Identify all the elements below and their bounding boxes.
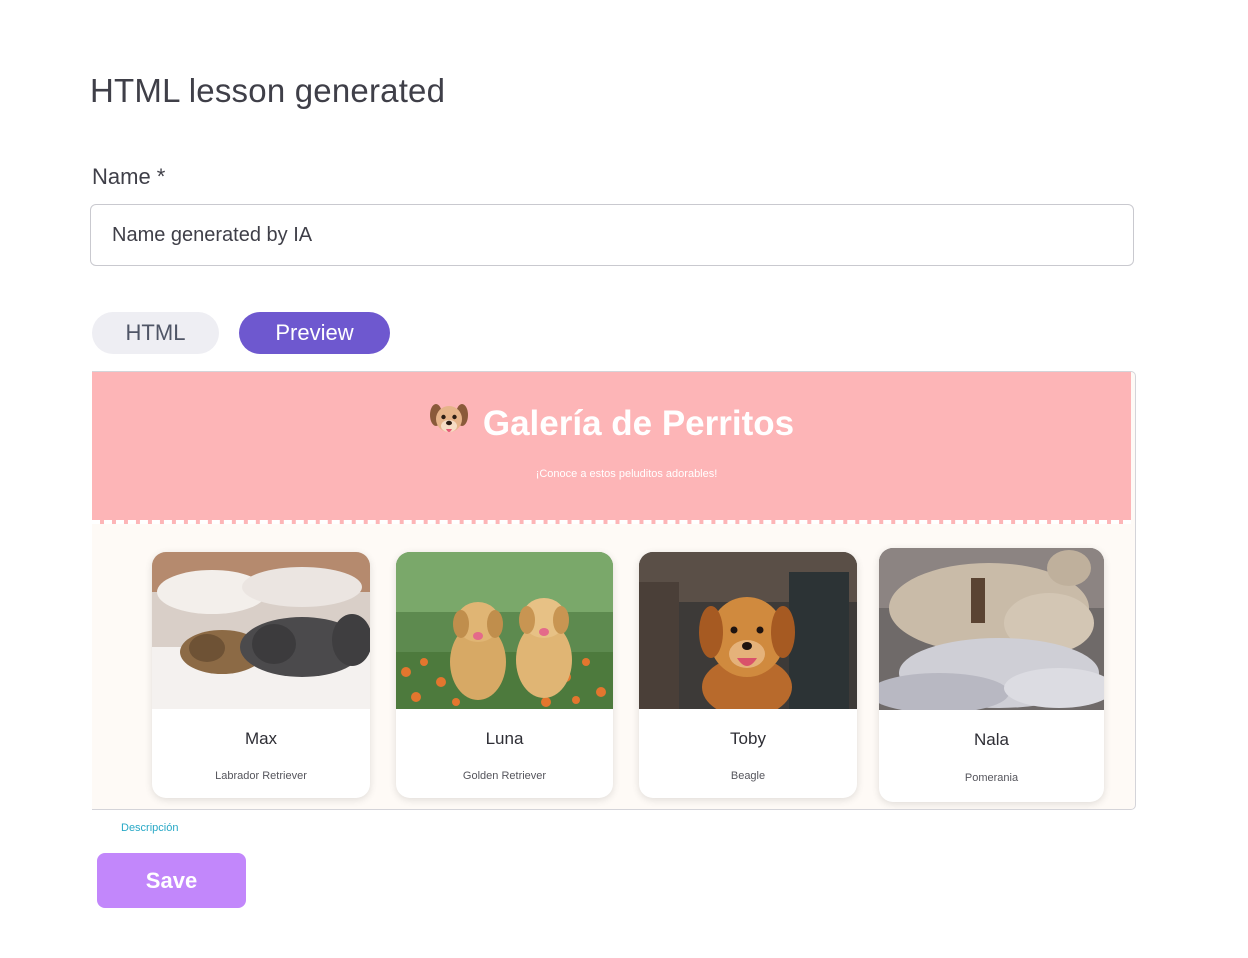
dog-breed: Golden Retriever xyxy=(462,770,547,782)
name-input[interactable] xyxy=(90,204,1134,266)
preview-frame: Galería de Perritos ¡Conoce a estos pelu… xyxy=(92,371,1136,810)
preview-header: Galería de Perritos ¡Conoce a estos pelu… xyxy=(92,372,1131,524)
preview-title-row: Galería de Perritos xyxy=(92,399,1131,448)
dog-card: Toby Beagle xyxy=(639,552,857,798)
tab-html[interactable]: HTML xyxy=(92,312,219,354)
dog-name: Nala xyxy=(974,730,1009,749)
dog-photo xyxy=(879,548,1104,710)
dog-photo xyxy=(152,552,370,709)
name-field-label: Name * xyxy=(92,164,166,189)
dog-name: Max xyxy=(244,729,278,748)
dog-photo xyxy=(639,552,857,709)
tab-preview[interactable]: Preview xyxy=(239,312,390,354)
dog-breed: Pomerania xyxy=(964,772,1019,784)
dog-breed: Beagle xyxy=(730,770,766,782)
dog-breed: Labrador Retriever xyxy=(215,770,307,782)
dog-card: Luna Golden Retriever xyxy=(396,552,613,798)
description-label: Descripción xyxy=(121,822,179,834)
dog-name: Toby xyxy=(730,729,766,748)
preview-subtitle: ¡Conoce a estos peluditos adorables! xyxy=(535,468,718,480)
dog-card: Max Labrador Retriever xyxy=(152,552,370,798)
save-button[interactable]: Save xyxy=(97,853,246,908)
page-title: HTML lesson generated xyxy=(90,72,446,109)
dog-name: Luna xyxy=(485,729,524,748)
dog-card: Nala Pomerania xyxy=(879,548,1104,802)
preview-title: Galería de Perritos xyxy=(482,404,795,443)
dog-photo xyxy=(396,552,613,709)
dog-face-icon xyxy=(429,399,469,448)
